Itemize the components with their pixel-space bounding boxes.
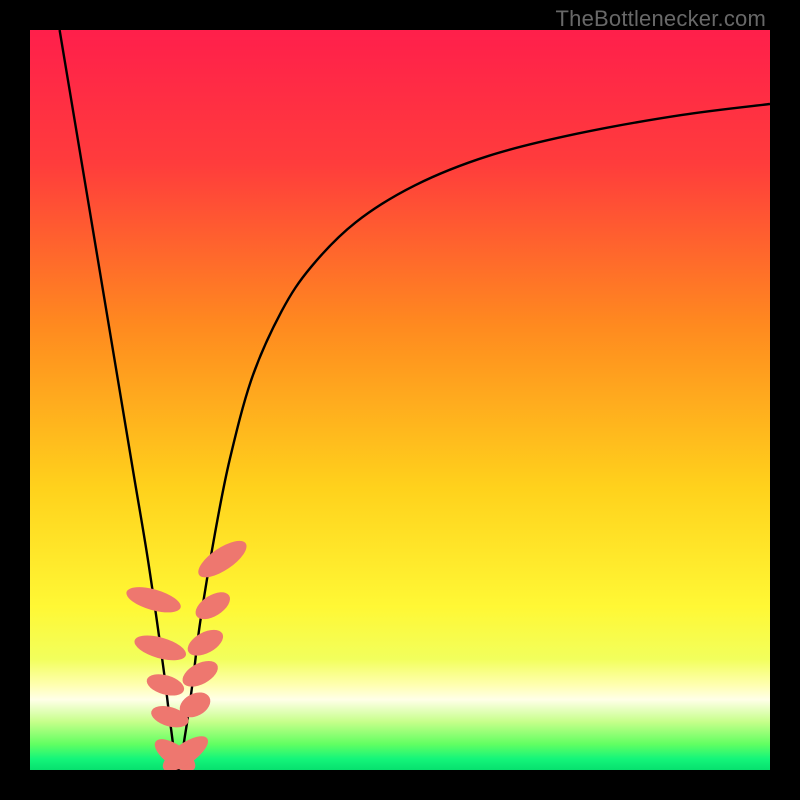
chart-canvas — [30, 30, 770, 770]
outer-frame: TheBottlenecker.com — [0, 0, 800, 800]
watermark-text: TheBottlenecker.com — [556, 6, 766, 32]
gradient-background — [30, 30, 770, 770]
plot-area — [30, 30, 770, 770]
